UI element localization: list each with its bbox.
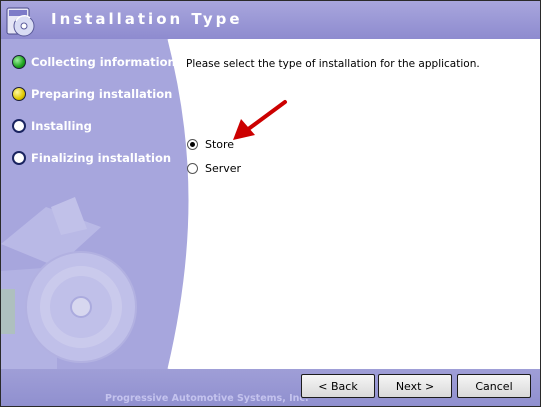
next-button[interactable]: Next > [378, 374, 452, 398]
progress-sidebar: Collecting information Preparing install… [1, 39, 191, 369]
step-finalizing-installation: Finalizing installation [12, 148, 171, 168]
window-title: Installation Type [51, 10, 243, 28]
installer-cd-icon [4, 4, 40, 38]
step-label: Preparing installation [31, 87, 173, 101]
title-bar: Installation Type [1, 1, 540, 39]
server-radio-label[interactable]: Server [205, 162, 241, 175]
step-collecting-information: Collecting information [12, 52, 176, 72]
server-radio[interactable] [187, 163, 198, 174]
current-status-icon [12, 87, 26, 101]
footer-bar: Progressive Automotive Systems, Inc. < B… [1, 369, 540, 406]
step-preparing-installation: Preparing installation [12, 84, 172, 104]
cancel-button[interactable]: Cancel [457, 374, 531, 398]
option-server[interactable]: Server [187, 162, 241, 175]
pending-status-icon [12, 119, 26, 133]
back-button[interactable]: < Back [301, 374, 375, 398]
step-label: Finalizing installation [31, 151, 172, 165]
store-radio[interactable] [187, 139, 198, 150]
step-label: Collecting information [31, 55, 176, 69]
red-arrow-icon [223, 97, 293, 151]
pending-status-icon [12, 151, 26, 165]
installer-window: Installation Type Collecting information… [0, 0, 541, 407]
installation-type-prompt: Please select the type of installation f… [186, 58, 480, 70]
step-label: Installing [31, 119, 92, 133]
step-installing: Installing [12, 116, 92, 136]
complete-status-icon [12, 55, 26, 69]
company-name: Progressive Automotive Systems, Inc. [105, 393, 309, 404]
